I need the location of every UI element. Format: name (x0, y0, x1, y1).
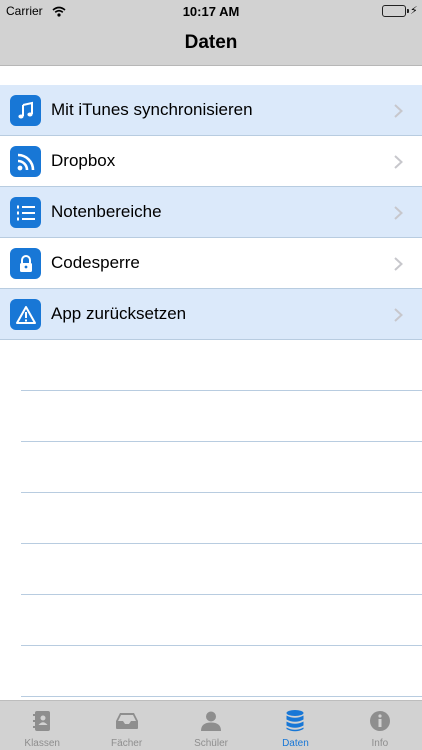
list-top-spacer (0, 66, 422, 85)
tab-klassen[interactable]: Klassen (0, 701, 84, 750)
person-icon (199, 709, 223, 733)
settings-list[interactable]: Mit iTunes synchronisieren Dropbox Noten… (0, 66, 422, 700)
row-label-passcode-lock: Codesperre (51, 253, 140, 272)
empty-row (21, 493, 422, 544)
inbox-tray-icon (115, 709, 139, 733)
clock-time: 10:17 AM (182, 4, 240, 19)
tab-label-klassen: Klassen (24, 738, 60, 749)
row-reset-app[interactable]: App zurücksetzen (0, 289, 422, 340)
row-grade-ranges[interactable]: Notenbereiche (0, 187, 422, 238)
numbered-list-icon (10, 197, 41, 228)
row-label-reset-app: App zurücksetzen (51, 304, 187, 323)
empty-row (21, 595, 422, 646)
tab-faecher[interactable]: Fächer (84, 701, 168, 750)
music-note-icon (10, 95, 41, 126)
tab-daten[interactable]: Daten (253, 701, 337, 750)
empty-row (21, 646, 422, 697)
warning-icon (10, 299, 41, 330)
empty-row (21, 544, 422, 595)
row-label-dropbox: Dropbox (51, 151, 116, 170)
tab-label-faecher: Fächer (111, 738, 143, 749)
status-bar: Carrier 10:17 AM ⚡ (0, 0, 422, 22)
empty-row (21, 442, 422, 493)
address-book-icon (30, 709, 54, 733)
tab-info[interactable]: Info (338, 701, 422, 750)
lock-icon (10, 248, 41, 279)
empty-row (21, 340, 422, 391)
database-icon (283, 709, 307, 733)
page-title: Daten (184, 32, 238, 53)
tab-label-daten: Daten (282, 738, 309, 749)
tab-bar: Klassen Fächer Schüler Daten Info (0, 700, 422, 750)
chevron-right-icon (394, 104, 403, 123)
empty-row (21, 391, 422, 442)
tab-label-schueler: Schüler (194, 738, 228, 749)
info-icon (368, 709, 392, 733)
navigation-bar: Daten (0, 22, 422, 66)
row-itunes-sync[interactable]: Mit iTunes synchronisieren (0, 85, 422, 136)
battery-icon: ⚡ (382, 5, 418, 17)
chevron-right-icon (394, 257, 403, 276)
tab-label-info: Info (371, 738, 389, 749)
row-label-itunes-sync: Mit iTunes synchronisieren (51, 100, 253, 119)
tab-schueler[interactable]: Schüler (169, 701, 253, 750)
chevron-right-icon (394, 155, 403, 174)
row-dropbox[interactable]: Dropbox (0, 136, 422, 187)
row-label-grade-ranges: Notenbereiche (51, 202, 162, 221)
chevron-right-icon (394, 206, 403, 225)
feed-icon (10, 146, 41, 177)
row-passcode-lock[interactable]: Codesperre (0, 238, 422, 289)
chevron-right-icon (394, 308, 403, 327)
